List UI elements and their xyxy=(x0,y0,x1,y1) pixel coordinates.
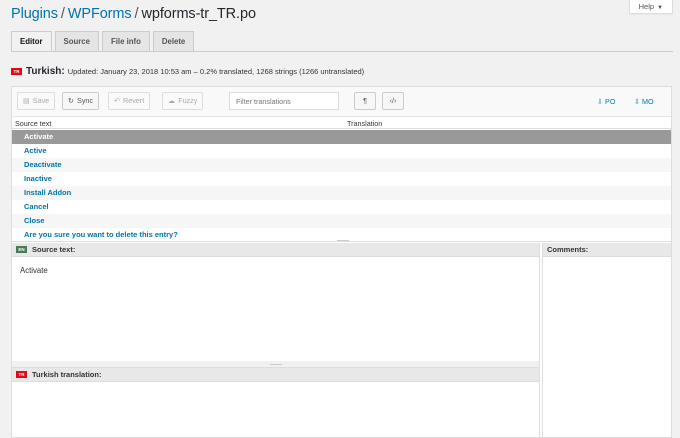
page-title: wpforms-tr_TR.po xyxy=(141,6,256,22)
download-icon: ⇩ xyxy=(634,97,641,106)
filter-translations-input[interactable] xyxy=(229,92,339,110)
table-row[interactable]: Cancel xyxy=(12,200,671,214)
status-details: Updated: January 23, 2018 10:53 am – 0.2… xyxy=(67,67,365,76)
translation-status: TR Turkish: Updated: January 23, 2018 10… xyxy=(11,66,364,77)
download-mo-link[interactable]: ⇩ MO xyxy=(634,97,654,106)
pane-resize-handle[interactable] xyxy=(270,364,282,365)
breadcrumb-separator: / xyxy=(134,6,139,22)
tab-editor[interactable]: Editor xyxy=(11,31,52,52)
strings-list: Activate Active Deactivate Inactive Inst… xyxy=(12,130,671,242)
breadcrumb-wpforms-link[interactable]: WPForms xyxy=(68,6,132,22)
table-row[interactable]: Close xyxy=(12,214,671,228)
column-source-text: Source text xyxy=(15,119,52,128)
editor-tabs: Editor Source File info Delete xyxy=(11,31,195,52)
breadcrumb-separator: / xyxy=(60,6,65,22)
table-row[interactable]: Activate xyxy=(12,130,671,144)
revert-icon: ↶ xyxy=(114,96,121,105)
translation-pane: TR Turkish translation: xyxy=(12,367,540,437)
table-row[interactable]: Inactive xyxy=(12,172,671,186)
table-row[interactable]: Deactivate xyxy=(12,158,671,172)
code-icon: ‹/› xyxy=(389,96,397,105)
help-button[interactable]: Help ▼ xyxy=(628,0,673,14)
save-icon: ▤ xyxy=(23,96,30,105)
caret-down-icon: ▼ xyxy=(657,5,663,11)
list-resize-handle[interactable] xyxy=(337,240,349,241)
fuzzy-icon: ☁ xyxy=(168,96,176,105)
download-po-link[interactable]: ⇩ PO xyxy=(597,97,615,106)
table-header: Source text Translation xyxy=(12,117,671,129)
save-button[interactable]: ▤ Save xyxy=(17,92,56,110)
comments-pane-header: Comments: xyxy=(543,243,671,257)
english-flag-icon: EN xyxy=(16,246,27,253)
status-language: Turkish: xyxy=(26,66,65,77)
download-icon: ⇩ xyxy=(597,97,604,106)
po-editor: ▤Save ↻Sync ↶Revert ☁Fuzzy ¶ ‹/› ⇩ PO ⇩ … xyxy=(11,86,672,438)
table-row[interactable]: Install Addon xyxy=(12,186,671,200)
fuzzy-button[interactable]: ☁ Fuzzy xyxy=(162,92,204,110)
code-view-toggle-button[interactable]: ‹/› xyxy=(382,92,404,110)
source-pane-header: EN Source text: xyxy=(12,243,539,257)
source-text-value: Activate xyxy=(20,266,48,275)
turkish-flag-icon: TR xyxy=(11,68,22,75)
source-text-pane: EN Source text: Activate xyxy=(12,243,540,361)
breadcrumb: Plugins / WPForms / wpforms-tr_TR.po xyxy=(11,6,256,22)
pilcrow-icon: ¶ xyxy=(363,96,367,105)
comments-pane: Comments: xyxy=(542,243,671,437)
revert-button[interactable]: ↶ Revert xyxy=(108,92,151,110)
invisibles-toggle-button[interactable]: ¶ xyxy=(354,92,376,110)
tab-divider xyxy=(11,51,673,52)
tab-delete[interactable]: Delete xyxy=(152,31,195,51)
turkish-flag-icon: TR xyxy=(16,371,27,378)
tab-file-info[interactable]: File info xyxy=(101,31,150,51)
tab-source[interactable]: Source xyxy=(54,31,99,51)
sync-button[interactable]: ↻ Sync xyxy=(62,92,100,110)
sync-icon: ↻ xyxy=(68,96,75,105)
editor-toolbar: ▤Save ↻Sync ↶Revert ☁Fuzzy ¶ ‹/› ⇩ PO ⇩ … xyxy=(12,87,671,117)
column-translation: Translation xyxy=(347,119,383,128)
breadcrumb-plugins-link[interactable]: Plugins xyxy=(11,6,58,22)
table-row[interactable]: Active xyxy=(12,144,671,158)
translation-input[interactable] xyxy=(12,382,539,438)
translation-pane-header: TR Turkish translation: xyxy=(12,368,539,382)
